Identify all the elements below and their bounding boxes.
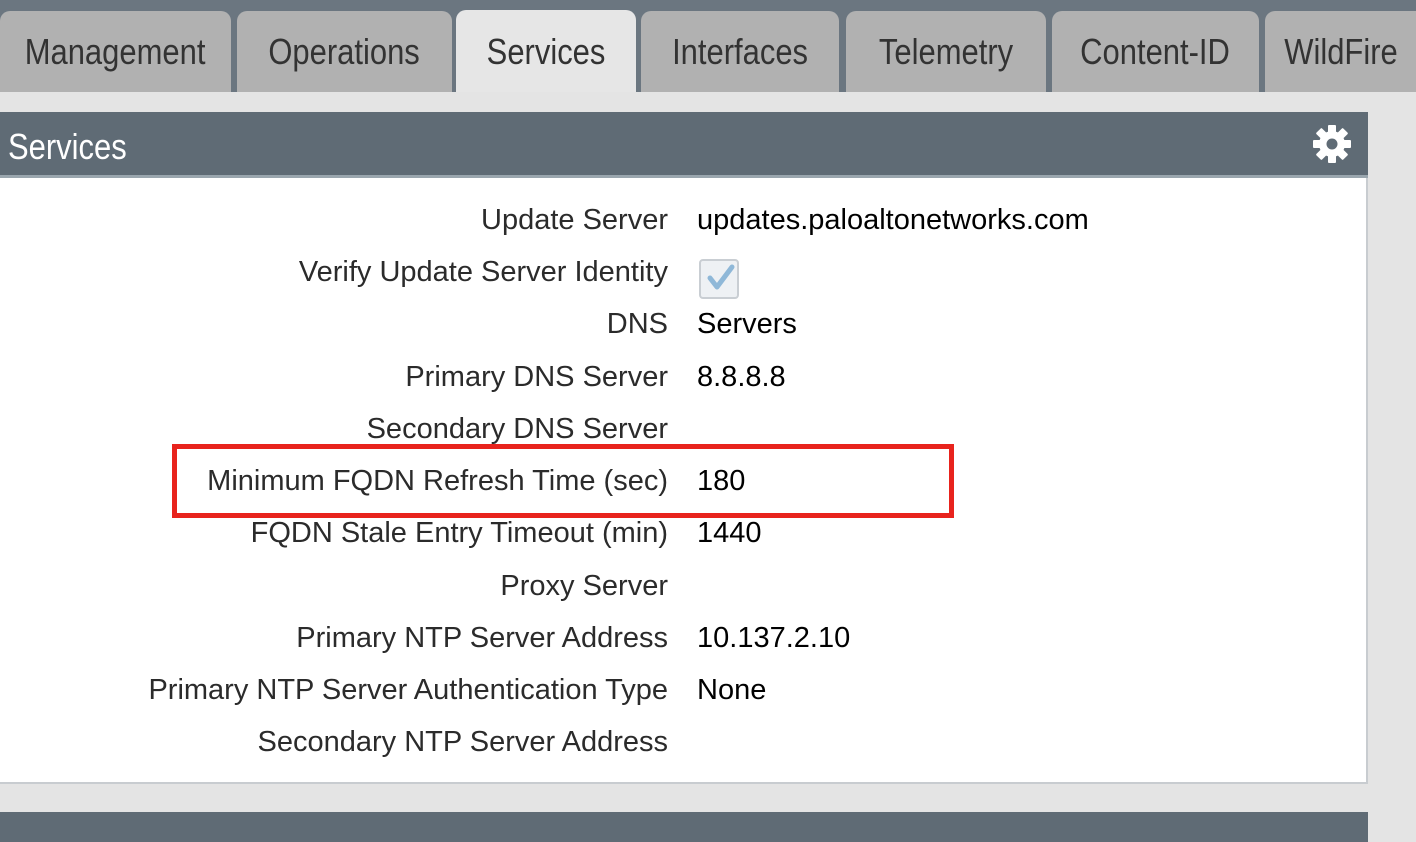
row-secondary-dns-server: Secondary DNS Server — [0, 407, 1368, 451]
field-label: Secondary NTP Server Address — [257, 726, 669, 758]
row-primary-ntp-auth-type: Primary NTP Server Authentication Type N… — [0, 668, 1368, 712]
tab-management[interactable]: Management — [0, 11, 231, 92]
tab-interfaces[interactable]: Interfaces — [641, 11, 839, 92]
content-gap — [0, 92, 1416, 112]
tab-content-id[interactable]: Content-ID — [1052, 11, 1259, 92]
row-primary-dns-server: Primary DNS Server 8.8.8.8 — [0, 355, 1368, 399]
field-value: 8.8.8.8 — [697, 361, 786, 393]
row-min-fqdn-refresh-time: Minimum FQDN Refresh Time (sec) 180 — [0, 459, 1368, 503]
row-primary-ntp-server-address: Primary NTP Server Address 10.137.2.10 — [0, 616, 1368, 660]
field-label: DNS — [606, 308, 668, 340]
row-proxy-server: Proxy Server — [0, 564, 1368, 608]
field-label: Primary NTP Server Authentication Type — [148, 674, 668, 706]
field-value: updates.paloaltonetworks.com — [697, 204, 1089, 236]
field-value: 10.137.2.10 — [697, 622, 851, 654]
tab-bar: Management Operations Services Interface… — [0, 0, 1416, 94]
next-section-header — [0, 812, 1368, 842]
tab-operations[interactable]: Operations — [237, 11, 452, 92]
field-label: Primary NTP Server Address — [296, 622, 668, 654]
field-label: FQDN Stale Entry Timeout (min) — [250, 517, 668, 549]
verify-identity-checkbox[interactable] — [699, 259, 739, 299]
field-label: Verify Update Server Identity — [298, 256, 668, 288]
field-label: Minimum FQDN Refresh Time (sec) — [207, 465, 668, 497]
tab-telemetry[interactable]: Telemetry — [846, 11, 1046, 92]
field-label: Update Server — [481, 204, 668, 236]
row-fqdn-stale-entry-timeout: FQDN Stale Entry Timeout (min) 1440 — [0, 511, 1368, 555]
tab-services[interactable]: Services — [456, 10, 636, 94]
field-label: Secondary DNS Server — [366, 413, 668, 445]
field-label: Primary DNS Server — [405, 361, 668, 393]
field-label: Proxy Server — [500, 570, 668, 602]
field-value: 180 — [697, 465, 746, 497]
row-dns: DNS Servers — [0, 302, 1368, 346]
row-secondary-ntp-server-address: Secondary NTP Server Address — [0, 720, 1368, 764]
checkmark-icon — [707, 264, 735, 290]
field-value: None — [697, 674, 767, 706]
gear-icon[interactable] — [1312, 124, 1352, 164]
services-panel: Services Update Server updates.paloalton… — [0, 112, 1368, 784]
row-update-server: Update Server updates.paloaltonetworks.c… — [0, 198, 1368, 242]
panel-header: Services — [0, 112, 1368, 178]
panel-title: Services — [8, 126, 127, 167]
row-verify-update-server-identity: Verify Update Server Identity — [0, 250, 1368, 299]
field-value: Servers — [697, 308, 797, 340]
field-value: 1440 — [697, 517, 762, 549]
tab-wildfire[interactable]: WildFire — [1265, 11, 1416, 92]
